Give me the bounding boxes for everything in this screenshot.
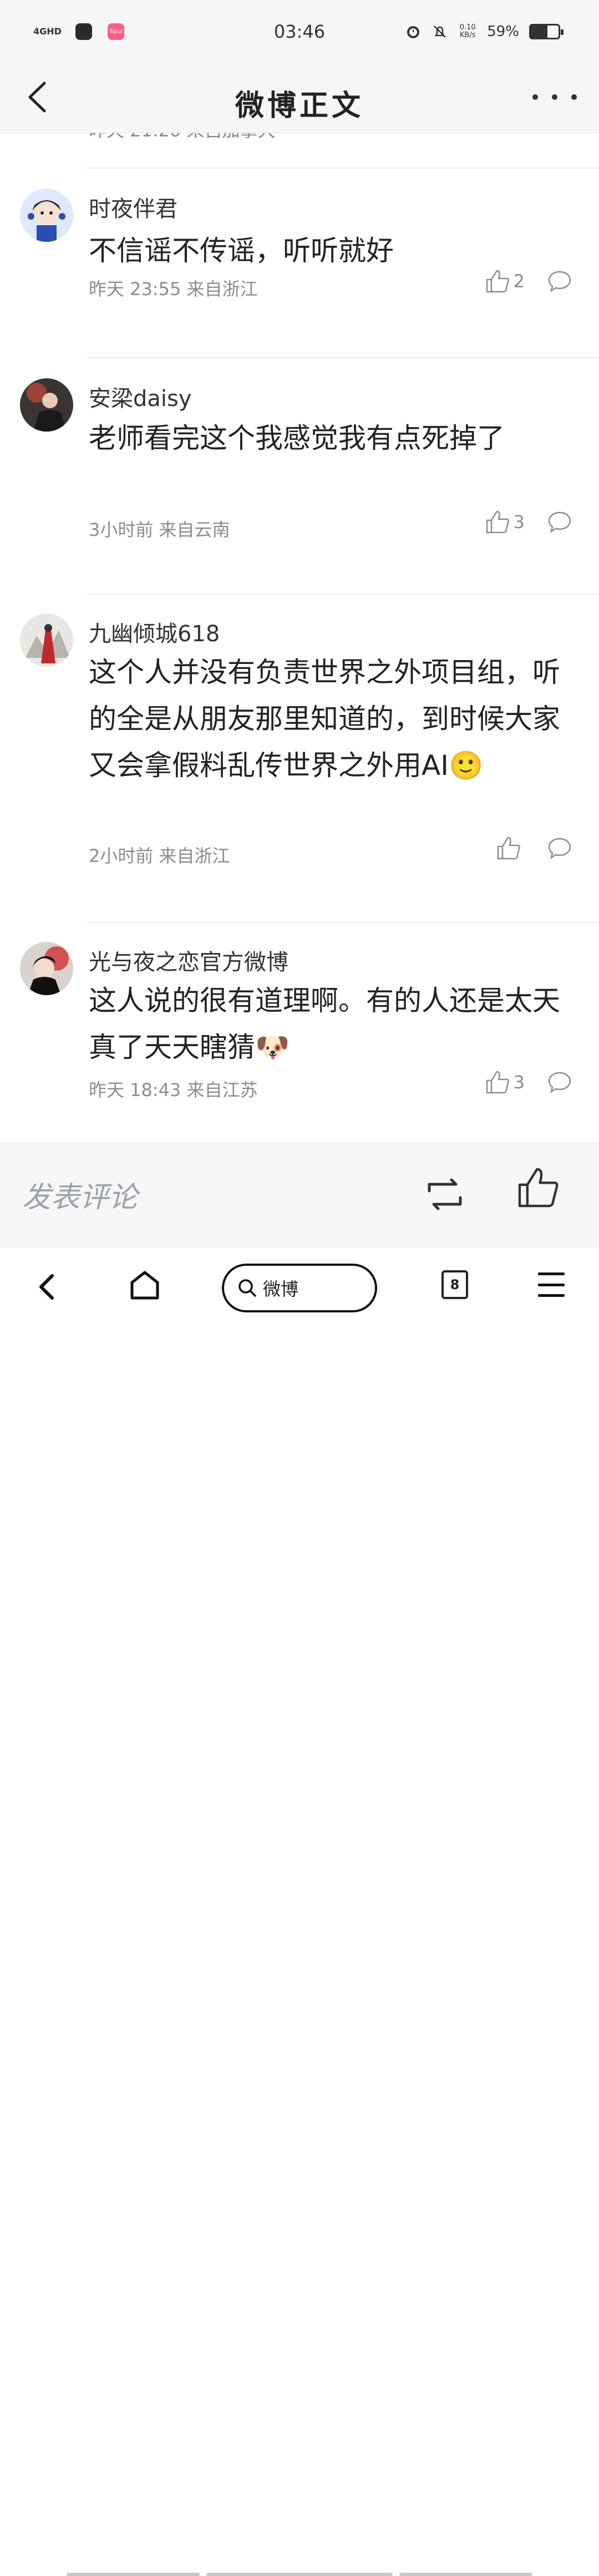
comment-actions	[496, 835, 572, 861]
chevron-left-icon	[39, 1274, 54, 1300]
battery-icon	[529, 24, 564, 39]
thumbs-up-icon	[486, 270, 509, 293]
repost-button[interactable]	[422, 1171, 468, 1218]
comment-actions: 3	[485, 509, 572, 535]
dot-icon	[532, 94, 538, 100]
avatar-character-icon	[20, 942, 73, 995]
avatar-illustration-icon	[20, 613, 73, 667]
avatar[interactable]	[20, 613, 73, 667]
status-bar: 4GHD Soul 03:46 0.10 KB/s 59%	[0, 0, 599, 61]
comment-meta: 3小时前 来自云南	[89, 516, 230, 541]
comment-meta: 昨天 18:43 来自江苏	[89, 1076, 258, 1102]
comment-time: 昨天 18:43	[89, 1079, 181, 1101]
comment-time: 2小时前	[89, 845, 154, 866]
menu-line	[538, 1272, 565, 1275]
comment-username[interactable]: 光与夜之恋官方微博	[89, 944, 288, 976]
gesture-bar-right	[399, 2573, 532, 2576]
thumbs-up-icon	[486, 1071, 509, 1094]
comment-time: 3小时前	[89, 519, 154, 540]
reply-bubble-icon[interactable]	[547, 835, 572, 861]
comment-list[interactable]: 昨天 21:20 来自加拿大 时夜伴君 不信谣不传谣，听听就好 昨天 23:55…	[0, 133, 599, 1143]
network-speed: 0.10 KB/s	[459, 23, 476, 39]
comment-text: 这人说的很有道理啊。有的人还是太天真了天天瞎猜🐶	[89, 985, 560, 1063]
partial-comment-meta: 昨天 21:20 来自加拿大	[89, 133, 577, 141]
mute-bell-icon	[434, 26, 446, 38]
comment-location: 来自浙江	[159, 845, 230, 866]
avatar-anime-icon	[20, 189, 73, 242]
browser-menu-button[interactable]	[538, 1272, 565, 1297]
more-options-button[interactable]	[532, 83, 577, 111]
search-icon	[238, 1279, 256, 1297]
browser-nav-bar: 微博 8	[0, 1248, 599, 2576]
thumbs-up-icon	[518, 1168, 559, 1208]
comment-bar: 发表评论	[0, 1143, 599, 1248]
browser-tabs-button[interactable]: 8	[441, 1270, 468, 1299]
comment-text: 不信谣不传谣，听听就好	[89, 235, 394, 267]
avatar-photo-icon	[20, 378, 73, 432]
thumbs-up-icon	[497, 836, 520, 860]
like-button[interactable]	[496, 835, 525, 861]
browser-back-button[interactable]	[33, 1270, 62, 1304]
comment-username[interactable]: 九幽倾城618	[89, 616, 220, 648]
comment-actions: 3	[485, 1069, 572, 1095]
comment-location: 来自江苏	[186, 1079, 258, 1101]
page-title: 微博正文	[235, 89, 364, 123]
like-count: 3	[513, 1072, 525, 1093]
battery-percent: 59%	[487, 23, 519, 40]
comment-item[interactable]: 九幽倾城618 这个人并没有负责世界之外项目组，听的全是从朋友那里知道的，到时候…	[0, 595, 599, 922]
repost-icon	[428, 1178, 462, 1210]
comment-username[interactable]: 时夜伴君	[89, 191, 177, 223]
like-button[interactable]: 2	[485, 268, 525, 294]
browser-search-bar[interactable]: 微博	[222, 1264, 377, 1312]
menu-line	[538, 1294, 565, 1297]
page-header: 微博正文	[0, 61, 599, 133]
comment-item[interactable]: 光与夜之恋官方微博 这人说的很有道理啊。有的人还是太天真了天天瞎猜🐶 昨天 18…	[0, 923, 599, 1143]
avatar[interactable]	[20, 942, 73, 995]
like-button[interactable]: 3	[485, 509, 525, 535]
post-like-button[interactable]	[516, 1165, 560, 1210]
reply-bubble-icon[interactable]	[547, 268, 572, 294]
comment-location: 来自云南	[159, 519, 230, 540]
comment-username[interactable]: 安梁daisy	[89, 381, 192, 413]
avatar[interactable]	[20, 189, 73, 242]
reply-bubble-icon[interactable]	[547, 1069, 572, 1095]
like-count: 2	[513, 271, 525, 292]
browser-home-button[interactable]	[128, 1268, 162, 1302]
comment-item[interactable]: 安梁daisy 老师看完这个我感觉我有点死掉了 3小时前 来自云南 3	[0, 358, 599, 594]
like-button[interactable]: 3	[485, 1069, 525, 1095]
comment-meta: 昨天 23:55 来自浙江	[89, 275, 258, 301]
comment-time: 昨天 23:55	[89, 278, 181, 300]
battery-level	[531, 26, 547, 38]
dot-icon	[571, 94, 577, 100]
like-count: 3	[513, 511, 525, 533]
comment-actions: 2	[485, 268, 572, 294]
comment-meta: 2小时前 来自浙江	[89, 842, 230, 868]
comment-input[interactable]: 发表评论	[22, 1174, 138, 1215]
alarm-icon	[407, 26, 420, 38]
gesture-bar-left	[67, 2573, 200, 2576]
gesture-bar-center	[206, 2573, 393, 2576]
comment-text: 这个人并没有负责世界之外项目组，听的全是从朋友那里知道的，到时候大家又会拿假料乱…	[89, 656, 560, 782]
menu-line	[538, 1283, 565, 1286]
comment-location: 来自浙江	[186, 278, 258, 300]
reply-bubble-icon[interactable]	[547, 509, 572, 535]
comment-item[interactable]: 时夜伴君 不信谣不传谣，听听就好 昨天 23:55 来自浙江 2	[0, 169, 599, 357]
dot-icon	[552, 94, 557, 100]
home-icon	[130, 1271, 159, 1300]
comment-text: 老师看完这个我感觉我有点死掉了	[89, 422, 505, 454]
search-text: 微博	[263, 1279, 299, 1300]
avatar[interactable]	[20, 378, 73, 432]
thumbs-up-icon	[486, 510, 509, 534]
